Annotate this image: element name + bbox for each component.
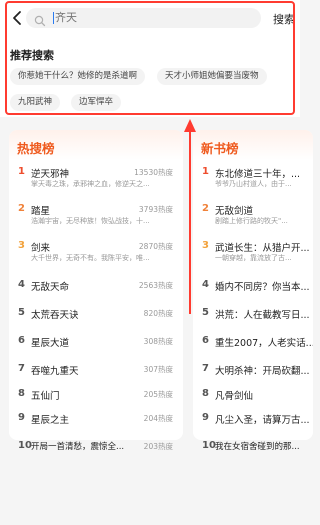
- rank-number: 7: [202, 363, 209, 374]
- rank-number: 8: [202, 388, 209, 399]
- book-title: 开局一首清愁，震惊全...: [31, 442, 125, 452]
- book-summary: 掌天毒之珠，承邪神之血，修逆天之...: [31, 180, 150, 188]
- heat-value: 307热度: [143, 365, 173, 374]
- arrow-up-icon: [184, 119, 196, 314]
- book-title: 五仙门: [31, 391, 60, 402]
- new-books-card: 新书榜 1 东北修道三十年，... 爷爷乃山村道人，由于... 2 无敌剑道 剧…: [193, 130, 313, 440]
- heat-value: 13530热度: [134, 168, 173, 177]
- book-title: 大明杀神：开局砍翻...: [215, 366, 310, 377]
- rank-number: 3: [202, 240, 209, 251]
- book-title: 凡骨剑仙: [215, 391, 254, 402]
- book-title: 星辰之主: [31, 415, 70, 426]
- rank-number: 4: [202, 279, 209, 290]
- rank-number: 5: [202, 307, 209, 318]
- book-title: 武道长生：从猎户开...: [215, 243, 310, 254]
- hot-ranking-title: 热搜榜: [17, 141, 55, 156]
- book-summary: 大千世界，无奇不有。我陈平安，唯...: [31, 254, 150, 262]
- rank-number: 6: [202, 335, 209, 346]
- book-title: 重生2007，人老实话...: [215, 338, 313, 349]
- highlight-frame: [5, 1, 295, 115]
- rank-number: 4: [18, 279, 25, 290]
- book-title: 洪荒：人在截教写日...: [215, 310, 310, 321]
- rank-number: 9: [202, 412, 209, 423]
- book-title: 凡尘入圣，请算万古...: [215, 415, 310, 426]
- heat-value: 2563热度: [138, 281, 173, 290]
- book-title: 星辰大道: [31, 338, 70, 349]
- heat-value: 2870热度: [138, 242, 173, 251]
- list-item[interactable]: 10 开局一首清愁，震惊全... 203热度: [9, 440, 183, 460]
- book-title: 无敌剑道: [215, 206, 254, 217]
- hot-ranking-card: 热搜榜 1 逆天邪神 13530热度 掌天毒之珠，承邪神之血，修逆天之... 2…: [9, 130, 183, 440]
- heat-value: 820热度: [143, 309, 173, 318]
- book-summary: 一朝穿越，靠流放了古...: [215, 254, 292, 262]
- book-summary: 剧踏上修行路的牧天"...: [215, 217, 288, 225]
- rank-number: 10: [202, 440, 216, 451]
- rank-number: 2: [202, 203, 209, 214]
- new-books-title: 新书榜: [201, 141, 239, 156]
- heat-value: 308热度: [143, 337, 173, 346]
- rank-number: 6: [18, 335, 25, 346]
- heat-value: 3793热度: [138, 205, 173, 214]
- book-title: 无敌天命: [31, 282, 70, 293]
- book-title: 吞噬九重天: [31, 366, 79, 377]
- rank-number: 9: [18, 412, 25, 423]
- rank-number: 5: [18, 307, 25, 318]
- rank-number: 1: [202, 166, 209, 177]
- book-title: 东北修道三十年，...: [215, 169, 301, 180]
- heat-value: 203热度: [143, 442, 173, 451]
- rank-number: 10: [18, 440, 32, 451]
- book-title: 我在女宿舍碰到的那...: [215, 442, 300, 452]
- rank-number: 8: [18, 388, 25, 399]
- rank-number: 2: [18, 203, 25, 214]
- book-title: 踏星: [31, 206, 51, 217]
- rank-number: 3: [18, 240, 25, 251]
- heat-value: 204热度: [143, 414, 173, 423]
- book-summary: 浩瀚宇宙，无尽种族！恢弘战技，十...: [31, 217, 150, 225]
- book-title: 逆天邪神: [31, 169, 70, 180]
- list-item[interactable]: 10 我在女宿舍碰到的那...: [193, 440, 300, 460]
- book-title: 太荒吞天诀: [31, 310, 79, 321]
- book-summary: 爷爷乃山村道人，由于...: [215, 180, 292, 188]
- book-title: 婚内不同房？你当本...: [215, 282, 310, 293]
- book-title: 剑来: [31, 243, 51, 254]
- heat-value: 205热度: [143, 390, 173, 399]
- rank-number: 1: [18, 166, 25, 177]
- rank-number: 7: [18, 363, 25, 374]
